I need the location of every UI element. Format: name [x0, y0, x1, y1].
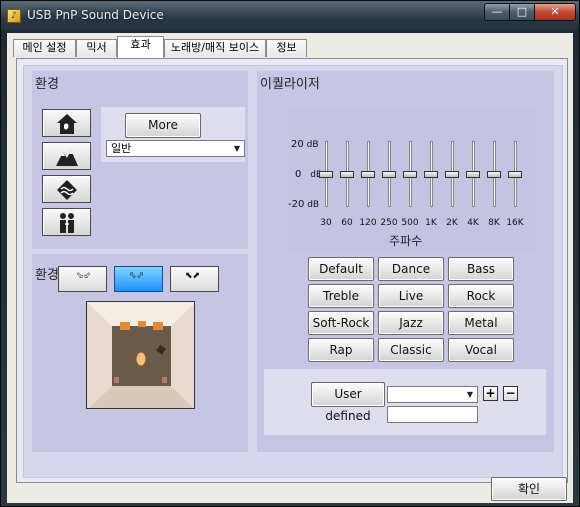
db-top-label: 20 dB [291, 139, 319, 150]
preset-vocal-button[interactable]: Vocal [448, 338, 514, 362]
preset-bass-button[interactable]: Bass [448, 257, 514, 281]
preset-rap-button[interactable]: Rap [308, 338, 374, 362]
frequency-label: 주파수 [389, 234, 423, 248]
eq-slider-thumb[interactable] [361, 171, 375, 178]
environment-select-value: 일반 [111, 142, 132, 155]
user-defined-button[interactable]: User defined [311, 382, 385, 423]
chevron-down-icon: ▼ [466, 390, 473, 399]
room-diagram [87, 302, 194, 408]
eq-slider-thumb[interactable] [466, 171, 480, 178]
db-bottom-label: -20 dB [288, 199, 319, 210]
eq-slider-thumb[interactable] [340, 171, 354, 178]
preset-metal-button[interactable]: Metal [448, 311, 514, 335]
preset-classic-button[interactable]: Classic [378, 338, 444, 362]
room-preview [86, 301, 195, 409]
env-people-button[interactable] [42, 208, 91, 236]
size-large-button[interactable]: ⬉⬈ [170, 266, 219, 292]
remove-preset-button[interactable]: − [503, 386, 518, 401]
maximize-button[interactable]: □ [509, 3, 535, 21]
eq-slider-thumb[interactable] [319, 171, 333, 178]
size-medium-button[interactable]: ⬁⬀ [114, 266, 163, 292]
tab-info[interactable]: 정보 [266, 39, 307, 57]
eq-band-label: 16K [506, 218, 524, 228]
db-top-value: 20 [291, 139, 304, 150]
tab-mixer[interactable]: 믹서 [76, 39, 117, 57]
preset-rock-button[interactable]: Rock [448, 284, 514, 308]
app-icon: ♪ [7, 9, 21, 23]
chevron-down-icon: ▼ [233, 144, 240, 153]
window-title: USB PnP Sound Device [27, 8, 164, 22]
preset-jazz-button[interactable]: Jazz [378, 311, 444, 335]
env-water-button[interactable] [42, 175, 91, 203]
preset-name-input[interactable] [387, 406, 478, 423]
minimize-button[interactable]: — [484, 3, 510, 21]
people-icon [60, 213, 74, 233]
eq-slider-thumb[interactable] [508, 171, 522, 178]
eq-slider-thumb[interactable] [403, 171, 417, 178]
eq-slider-thumb[interactable] [487, 171, 501, 178]
arrows-out-icon: ⬉⬈ [185, 271, 201, 281]
eq-slider-thumb[interactable] [382, 171, 396, 178]
eq-slider-thumb[interactable] [445, 171, 459, 178]
env-house-button[interactable] [42, 109, 91, 137]
window: ♪ USB PnP Sound Device — □ ✕ 메인 설정 믹서 효과… [0, 0, 580, 507]
db-top-unit: dB [306, 140, 319, 150]
title-bar[interactable]: ♪ USB PnP Sound Device — □ ✕ [1, 1, 579, 31]
tab-main-settings[interactable]: 메인 설정 [13, 39, 76, 57]
size-small-button[interactable]: ⬂⬃ [58, 266, 107, 292]
equalizer-heading: 이퀄라이저 [260, 77, 320, 92]
preset-dance-button[interactable]: Dance [378, 257, 444, 281]
db-bottom-value: -20 [288, 199, 305, 210]
db-bottom-unit: dB [307, 200, 320, 210]
tab-effects[interactable]: 효과 [117, 36, 164, 58]
user-preset-select[interactable]: ▼ [387, 386, 478, 403]
mountain-icon [56, 150, 78, 166]
tab-karaoke-magic-voice[interactable]: 노래방/매직 보이스 [164, 39, 266, 57]
environment-select[interactable]: 일반 ▼ [106, 140, 245, 157]
environment-heading: 환경 [35, 77, 59, 92]
arrows-in-icon: ⬂⬃ [76, 271, 92, 281]
preset-default-button[interactable]: Default [308, 257, 374, 281]
close-button[interactable]: ✕ [534, 3, 576, 21]
preset-soft-rock-button[interactable]: Soft-Rock [308, 311, 374, 335]
water-icon [57, 180, 77, 200]
env-mountain-button[interactable] [42, 142, 91, 170]
preset-treble-button[interactable]: Treble [308, 284, 374, 308]
more-options-button[interactable]: More options [125, 113, 201, 154]
db-mid-value: 0 [295, 169, 302, 180]
arrows-mid-icon: ⬁⬀ [129, 271, 145, 281]
house-icon [57, 114, 77, 134]
add-preset-button[interactable]: + [483, 386, 498, 401]
preset-live-button[interactable]: Live [378, 284, 444, 308]
eq-slider-thumb[interactable] [424, 171, 438, 178]
ok-button[interactable]: 확인 [491, 477, 567, 501]
